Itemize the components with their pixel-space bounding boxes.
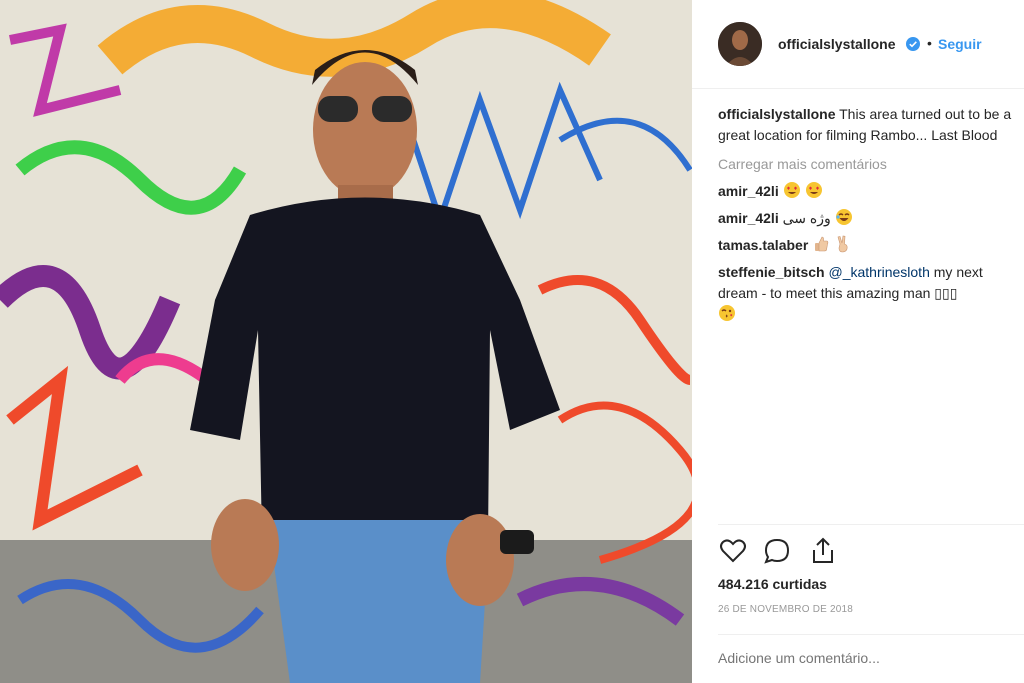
caption-line2: great location for filming Rambo... Last… xyxy=(718,127,998,143)
victory-hand-emoji-icon xyxy=(837,235,848,253)
heart-eyes-emoji-icon xyxy=(805,182,822,198)
comment-text: وژه سی xyxy=(782,210,831,226)
comment-icon[interactable] xyxy=(762,536,792,566)
post-author-username[interactable]: officialslystallone xyxy=(778,36,895,52)
post-photo[interactable] xyxy=(0,0,692,683)
kiss-wink-emoji-icon xyxy=(719,305,735,321)
header-separator-dot: • xyxy=(927,35,932,51)
laughing-emoji-icon xyxy=(835,209,852,225)
heart-eyes-emoji-icon xyxy=(783,182,800,198)
post-photo-art xyxy=(0,0,692,683)
caption: officialslystallone This area turned out… xyxy=(718,104,1024,125)
comment-item: steffenie_bitsch @_kathrinesloth my next… xyxy=(718,262,1024,325)
comment-username[interactable]: amir_42li xyxy=(718,210,779,226)
thumbs-up-emoji-icon xyxy=(815,236,829,252)
follow-button[interactable]: Seguir xyxy=(938,36,982,52)
verified-badge-icon xyxy=(906,37,920,51)
comment-item: amir_42li xyxy=(718,181,1024,202)
add-comment-input[interactable] xyxy=(718,650,1018,666)
load-more-comments-button[interactable]: Carregar mais comentários xyxy=(718,154,1024,175)
caption-username[interactable]: officialslystallone xyxy=(718,106,835,122)
comment-username[interactable]: amir_42li xyxy=(718,183,779,199)
comment-text-line2: dream - to meet this amazing man ▯▯▯ xyxy=(718,285,958,301)
comment-username[interactable]: tamas.talaber xyxy=(718,237,808,253)
comments-list: officialslystallone This area turned out… xyxy=(718,104,1024,331)
caption-text-line1: This area turned out to be a xyxy=(839,106,1012,122)
comment-username[interactable]: steffenie_bitsch xyxy=(718,264,825,280)
post-side-panel: officialslystallone • Seguir officialsly… xyxy=(692,0,1024,683)
share-icon[interactable] xyxy=(808,536,838,566)
avatar-image xyxy=(718,22,762,66)
likes-count[interactable]: 484.216 curtidas xyxy=(718,576,827,592)
comment-item: tamas.talaber xyxy=(718,235,1024,256)
comment-item: amir_42li وژه سی xyxy=(718,208,1024,229)
divider xyxy=(718,634,1024,635)
divider xyxy=(718,524,1024,525)
avatar[interactable] xyxy=(718,22,762,66)
post-header: officialslystallone • Seguir xyxy=(692,0,1024,89)
post-date[interactable]: 26 DE NOVEMBRO DE 2018 xyxy=(718,604,853,615)
heart-icon[interactable] xyxy=(718,536,748,566)
comment-text: my next xyxy=(933,264,983,280)
comment-mention-link[interactable]: @_kathrinesloth xyxy=(828,264,929,280)
